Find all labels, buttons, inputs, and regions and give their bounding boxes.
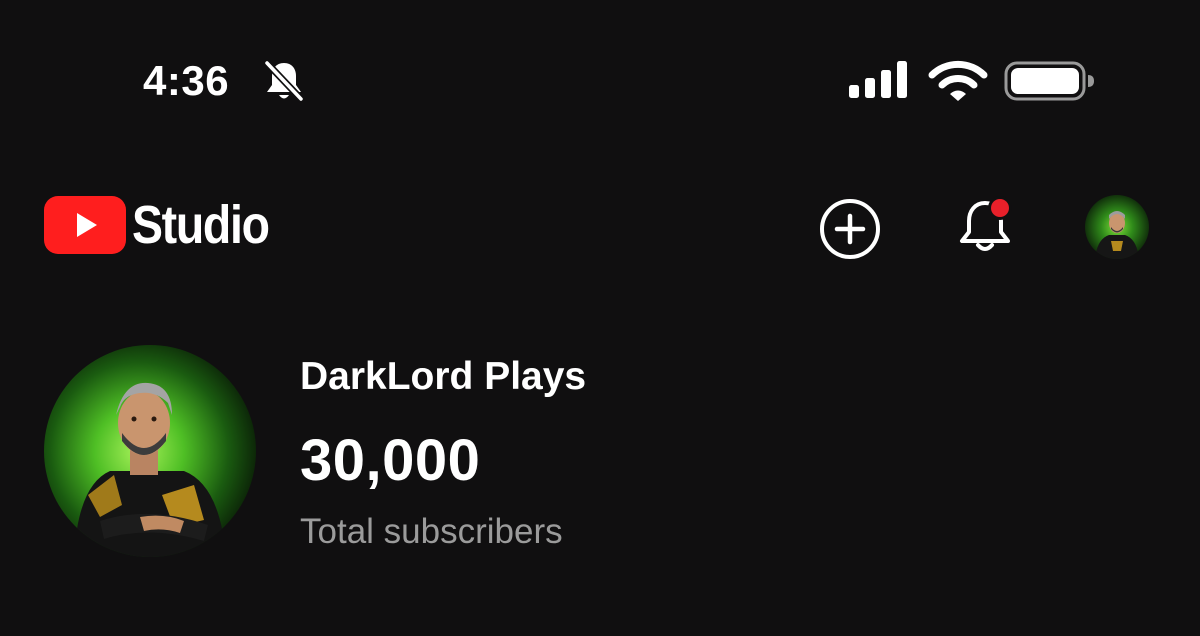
notifications-bell-icon[interactable] — [954, 193, 1020, 259]
wifi-icon — [928, 60, 988, 101]
channel-avatar — [44, 345, 256, 557]
subscriber-label: Total subscribers — [300, 512, 563, 551]
youtube-play-icon — [44, 196, 126, 254]
studio-logo[interactable]: Studio — [44, 194, 291, 256]
create-icon[interactable] — [818, 197, 882, 261]
cellular-signal-icon — [849, 61, 907, 98]
avatar-image — [1085, 195, 1149, 259]
app-screen: 4:36 Studio DarkLord Plays 30,000 Total … — [0, 0, 1200, 636]
channel-name: DarkLord Plays — [300, 355, 587, 398]
status-time: 4:36 — [143, 57, 230, 104]
bell-muted-icon — [263, 59, 305, 103]
notification-dot — [991, 199, 1009, 217]
subscriber-count: 30,000 — [300, 428, 481, 493]
battery-icon — [1004, 61, 1094, 101]
app-name: Studio — [132, 195, 270, 255]
account-avatar[interactable] — [1085, 195, 1149, 259]
channel-avatar-image — [44, 345, 256, 557]
